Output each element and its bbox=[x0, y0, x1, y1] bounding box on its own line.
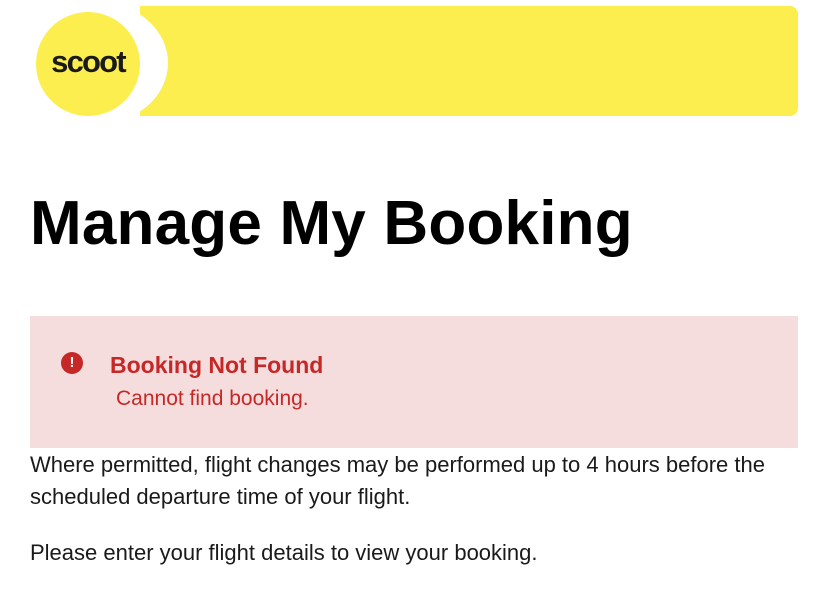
exclamation-circle-icon: ! bbox=[61, 352, 83, 374]
header-bar bbox=[140, 6, 798, 116]
alert-title: Booking Not Found bbox=[110, 352, 324, 378]
page-title: Manage My Booking bbox=[30, 189, 633, 258]
alert-message: Cannot find booking. bbox=[116, 387, 309, 410]
page: scoot Manage My Booking ! Booking Not Fo… bbox=[0, 0, 828, 596]
error-alert: ! Booking Not Found Cannot find booking. bbox=[30, 316, 798, 448]
flight-change-notice: Where permitted, flight changes may be p… bbox=[30, 452, 765, 509]
booking-instruction: Please enter your flight details to view… bbox=[30, 540, 538, 565]
scoot-logo[interactable]: scoot bbox=[36, 12, 140, 116]
logo-text: scoot bbox=[51, 44, 126, 79]
